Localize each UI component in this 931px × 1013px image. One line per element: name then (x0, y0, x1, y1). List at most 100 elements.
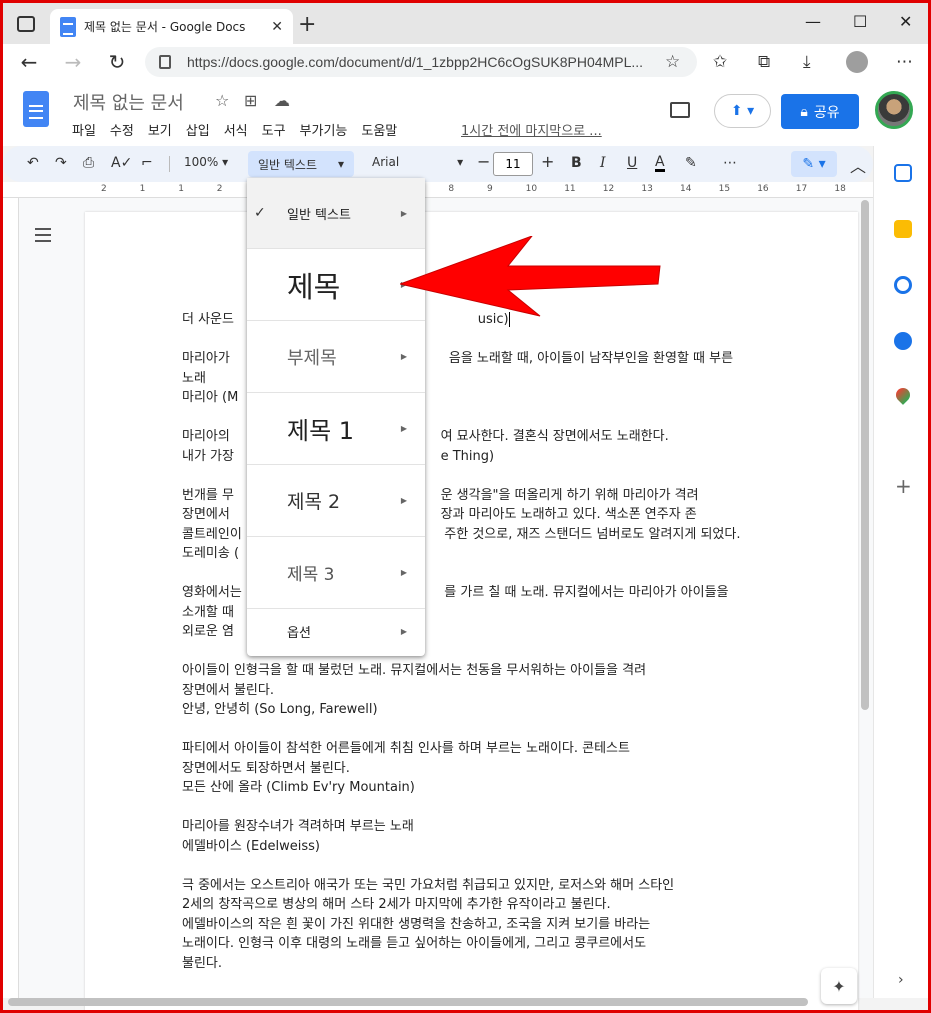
document-line: 파티에서 아이들이 참석한 어른들에게 취침 인사를 하며 부르는 노래이다. … (182, 741, 630, 756)
window-close-button[interactable]: ✕ (899, 12, 912, 31)
style-option-title[interactable]: 제목 ▶ (247, 249, 425, 321)
ruler-tick: 2 (216, 184, 223, 194)
font-size-input[interactable]: 11 (493, 152, 533, 176)
style-option-heading-2[interactable]: 제목 2 ▶ (247, 465, 425, 537)
document-line: 아이들이 인형극을 할 때 불렀던 노래. 뮤지컬에서는 천동을 무서워하는 아… (182, 663, 647, 678)
move-folder-icon[interactable]: ⊞ (244, 91, 257, 110)
calendar-icon[interactable] (894, 164, 912, 182)
editing-mode-button[interactable]: ✎ ▾ (791, 151, 837, 177)
menu-bar: 파일 수정 보기 삽입 서식 도구 부가기능 도움말 (72, 120, 411, 139)
menu-format[interactable]: 서식 (224, 120, 248, 139)
document-page[interactable]: 더 사운드 usic) 마리아가 음을 노래할 때, 아이들이 남작부인을 환영할… (85, 212, 858, 1012)
add-favorite-icon[interactable]: ☆ (665, 52, 680, 72)
more-menu-icon[interactable]: ⋯ (896, 52, 913, 72)
spellcheck-icon[interactable]: A✓ (111, 155, 132, 171)
present-button[interactable]: ⬆ ▾ (714, 94, 771, 128)
browser-tab-strip: 제목 없는 문서 - Google Docs ✕ + — ☐ ✕ (3, 3, 928, 44)
cloud-saved-icon[interactable]: ☁ (274, 91, 290, 110)
bold-icon[interactable]: B (571, 155, 582, 171)
url-input[interactable] (187, 54, 657, 70)
print-icon[interactable]: ⎙ (83, 155, 94, 171)
italic-icon[interactable]: I (600, 155, 606, 171)
tasks-icon[interactable] (894, 276, 912, 294)
submenu-arrow-icon: ▶ (400, 627, 407, 636)
collections-icon[interactable]: ⧉ (758, 52, 770, 72)
style-option-options[interactable]: 옵션 ▶ (247, 609, 425, 654)
undo-icon[interactable]: ↶ (27, 155, 39, 171)
docs-favicon-icon (60, 16, 76, 37)
back-arrow-icon[interactable]: ← (17, 50, 41, 74)
style-option-label: 옵션 (287, 626, 311, 641)
style-option-heading-1[interactable]: 제목 1 ▶ (247, 393, 425, 465)
submenu-arrow-icon: ▶ (400, 208, 407, 218)
last-edit-link[interactable]: 1시간 전에 마지막으로 ... (461, 120, 602, 139)
menu-view[interactable]: 보기 (148, 120, 172, 139)
ruler-tick: 1 (139, 184, 146, 194)
paragraph-style-select[interactable]: 일반 텍스트 ▾ (248, 151, 354, 177)
style-option-subtitle[interactable]: 부제목 ▶ (247, 321, 425, 393)
menu-insert[interactable]: 삽입 (186, 120, 210, 139)
comment-history-icon[interactable] (670, 102, 690, 118)
document-line: 극 중에서는 오스트리아 애국가 또는 국민 가요처럼 취급되고 있지만, 로저… (182, 877, 675, 893)
address-bar[interactable] (145, 47, 697, 77)
docs-logo-icon[interactable] (23, 91, 49, 127)
maps-icon[interactable] (893, 385, 913, 405)
explore-button[interactable]: ✦ (821, 968, 857, 1004)
browser-tab[interactable]: 제목 없는 문서 - Google Docs ✕ (50, 9, 293, 44)
keep-icon[interactable] (894, 220, 912, 238)
paint-format-icon[interactable]: ⌐ (141, 155, 153, 171)
chevron-right-icon[interactable]: › (898, 972, 904, 988)
ruler-tick: 17 (795, 184, 808, 194)
tab-actions-icon[interactable] (17, 16, 35, 32)
style-option-label: 제목 2 (287, 491, 341, 513)
user-avatar[interactable] (875, 91, 913, 129)
horizontal-scrollbar[interactable] (8, 998, 808, 1006)
browser-nav-bar: ← → ↻ ☆ ✩ ⧉ ⤓ ⋯ (3, 44, 928, 80)
downloads-icon[interactable]: ⤓ (803, 52, 811, 72)
add-addon-icon[interactable]: + (895, 474, 912, 498)
reload-icon[interactable]: ↻ (105, 50, 129, 74)
style-option-normal-text[interactable]: ✓ 일반 텍스트 ▶ (247, 178, 425, 249)
empty-line (182, 798, 802, 818)
minimize-button[interactable]: — (805, 12, 821, 31)
tab-close-icon[interactable]: ✕ (271, 19, 283, 35)
underline-icon[interactable]: U (627, 155, 637, 171)
tab-title: 제목 없는 문서 - Google Docs (84, 20, 246, 34)
outline-icon[interactable] (35, 228, 51, 242)
ruler-tick: 15 (718, 184, 731, 194)
submenu-arrow-icon: ▶ (400, 352, 407, 361)
style-option-label: 제목 3 (287, 565, 335, 585)
maximize-button[interactable]: ☐ (853, 12, 867, 31)
vertical-scrollbar[interactable] (861, 200, 869, 710)
font-select[interactable]: Arial ▾ (372, 155, 463, 169)
paragraph-style-menu: ✓ 일반 텍스트 ▶ 제목 ▶ 부제목 ▶ 제목 1 ▶ 제목 2 ▶ 제목 3… (247, 178, 425, 656)
zoom-value: 100% (184, 155, 219, 169)
highlight-icon[interactable]: ✎ (685, 155, 697, 171)
text-color-icon[interactable]: A (655, 155, 665, 172)
menu-edit[interactable]: 수정 (110, 120, 134, 139)
profile-icon[interactable] (846, 51, 868, 73)
style-option-heading-3[interactable]: 제목 3 ▶ (247, 537, 425, 609)
contacts-icon[interactable] (894, 332, 912, 350)
side-panel: + › (873, 146, 928, 998)
menu-addons[interactable]: 부가기능 (300, 120, 348, 139)
menu-file[interactable]: 파일 (72, 120, 96, 139)
more-tools-icon[interactable]: ⋯ (723, 155, 737, 171)
submenu-arrow-icon: ▶ (400, 424, 407, 433)
menu-help[interactable]: 도움말 (361, 120, 397, 139)
collapse-menus-icon[interactable]: ︿ (850, 153, 866, 177)
increase-font-size-button[interactable]: + (541, 152, 554, 171)
menu-tools[interactable]: 도구 (262, 120, 286, 139)
share-button[interactable]: 🔒︎ 공유 (781, 94, 859, 129)
redo-icon[interactable]: ↷ (55, 155, 67, 171)
favorites-icon[interactable]: ✩ (713, 52, 727, 72)
new-tab-button[interactable]: + (298, 12, 316, 37)
document-title[interactable]: 제목 없는 문서 (73, 89, 184, 115)
decrease-font-size-button[interactable]: − (477, 152, 490, 171)
document-line: 에델바이스 (Edelweiss) (182, 838, 320, 854)
forward-arrow-icon[interactable]: → (61, 50, 85, 74)
ruler-tick: 16 (757, 184, 769, 194)
zoom-select[interactable]: 100% ▾ (184, 155, 228, 169)
star-icon[interactable]: ☆ (215, 91, 229, 110)
document-canvas: 더 사운드 usic) 마리아가 음을 노래할 때, 아이들이 남작부인을 환영할… (19, 198, 873, 1012)
